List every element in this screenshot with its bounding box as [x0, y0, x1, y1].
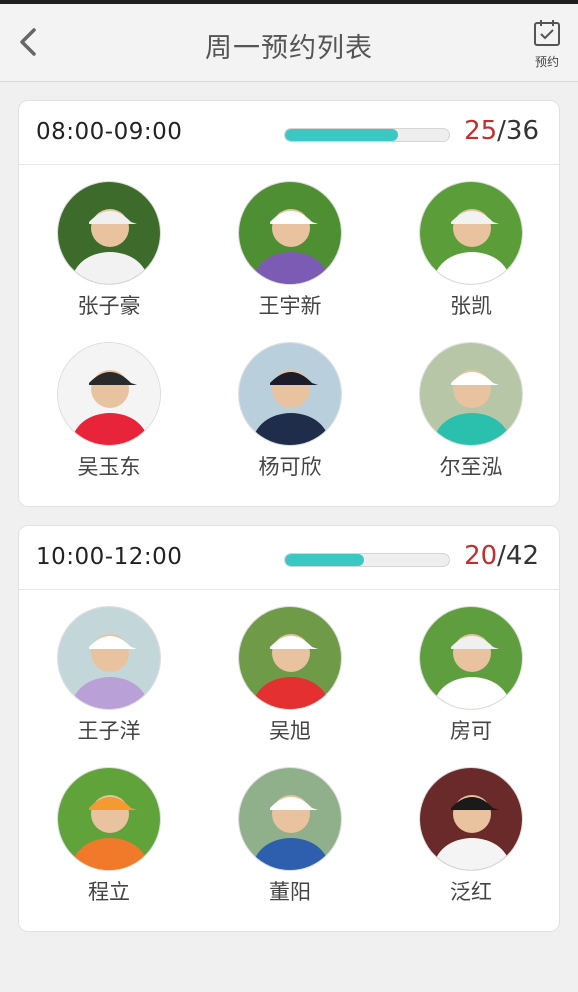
member-avatar[interactable] — [57, 606, 161, 710]
player-photo — [420, 343, 522, 445]
member-name: 房可 — [450, 719, 492, 743]
player-photo — [58, 768, 160, 870]
member-item[interactable]: 王子洋 — [39, 606, 179, 745]
page-title: 周一预约列表 — [205, 33, 373, 64]
player-photo — [58, 607, 160, 709]
player-photo — [239, 607, 341, 709]
member-name: 程立 — [88, 880, 130, 904]
member-avatar[interactable] — [419, 606, 523, 710]
member-avatar[interactable] — [238, 606, 342, 710]
time-slot-header: 08:00-09:00 25/36 — [19, 101, 559, 165]
member-item[interactable]: 房可 — [401, 606, 541, 745]
player-photo — [420, 768, 522, 870]
member-item[interactable]: 杨可欣 — [220, 342, 360, 481]
time-slot-card: 08:00-09:00 25/36 张子豪 王宇新 张凯 吴玉东 杨可欣 尔至泓 — [18, 100, 560, 507]
member-item[interactable]: 王宇新 — [220, 181, 360, 320]
member-avatar[interactable] — [419, 767, 523, 871]
time-slot-header: 10:00-12:00 20/42 — [19, 526, 559, 590]
member-avatar[interactable] — [419, 181, 523, 285]
member-avatar[interactable] — [57, 342, 161, 446]
member-avatar[interactable] — [238, 342, 342, 446]
booked-count: 20 — [464, 541, 498, 571]
member-item[interactable]: 张子豪 — [39, 181, 179, 320]
member-avatar[interactable] — [57, 767, 161, 871]
member-name: 张凯 — [450, 294, 492, 318]
member-item[interactable]: 尔至泓 — [401, 342, 541, 481]
member-name: 尔至泓 — [439, 455, 503, 479]
player-photo — [239, 768, 341, 870]
booking-count: 20/42 — [464, 541, 539, 571]
member-item[interactable]: 程立 — [39, 767, 179, 906]
member-item[interactable]: 吴玉东 — [39, 342, 179, 481]
member-item[interactable]: 张凯 — [401, 181, 541, 320]
player-photo — [239, 343, 341, 445]
book-button-label: 预约 — [534, 55, 559, 69]
navigation-bar: 周一预约列表 预约 — [0, 4, 578, 82]
booking-count: 25/36 — [464, 116, 539, 146]
capacity-count: /36 — [497, 116, 539, 146]
member-name: 泛红 — [450, 880, 492, 904]
member-name: 吴旭 — [269, 719, 311, 743]
member-item[interactable]: 泛红 — [401, 767, 541, 906]
player-photo — [239, 182, 341, 284]
member-name: 王宇新 — [258, 294, 322, 318]
booking-progress-bar — [284, 128, 450, 142]
member-name: 杨可欣 — [258, 455, 322, 479]
player-photo — [420, 607, 522, 709]
player-photo — [420, 182, 522, 284]
member-item[interactable]: 董阳 — [220, 767, 360, 906]
player-photo — [58, 182, 160, 284]
member-item[interactable]: 吴旭 — [220, 606, 360, 745]
member-name: 董阳 — [269, 880, 311, 904]
member-name: 王子洋 — [77, 719, 141, 743]
time-slot-time: 10:00-12:00 — [36, 544, 183, 570]
member-avatar[interactable] — [419, 342, 523, 446]
member-grid: 张子豪 王宇新 张凯 吴玉东 杨可欣 尔至泓 — [19, 165, 559, 507]
booked-count: 25 — [464, 116, 498, 146]
time-slot-time: 08:00-09:00 — [36, 119, 183, 145]
calendar-check-icon — [534, 20, 560, 46]
member-avatar[interactable] — [238, 767, 342, 871]
member-name: 吴玉东 — [77, 455, 141, 479]
player-photo — [58, 343, 160, 445]
member-avatar[interactable] — [57, 181, 161, 285]
member-name: 张子豪 — [77, 294, 141, 318]
member-grid: 王子洋 吴旭 房可 程立 董阳 泛红 — [19, 590, 559, 932]
time-slot-card: 10:00-12:00 20/42 王子洋 吴旭 房可 程立 董阳 泛红 — [18, 525, 560, 932]
booking-progress-fill — [285, 554, 364, 566]
capacity-count: /42 — [497, 541, 539, 571]
booking-progress-bar — [284, 553, 450, 567]
book-button[interactable]: 预约 — [530, 18, 564, 72]
booking-progress-fill — [285, 129, 399, 141]
member-avatar[interactable] — [238, 181, 342, 285]
